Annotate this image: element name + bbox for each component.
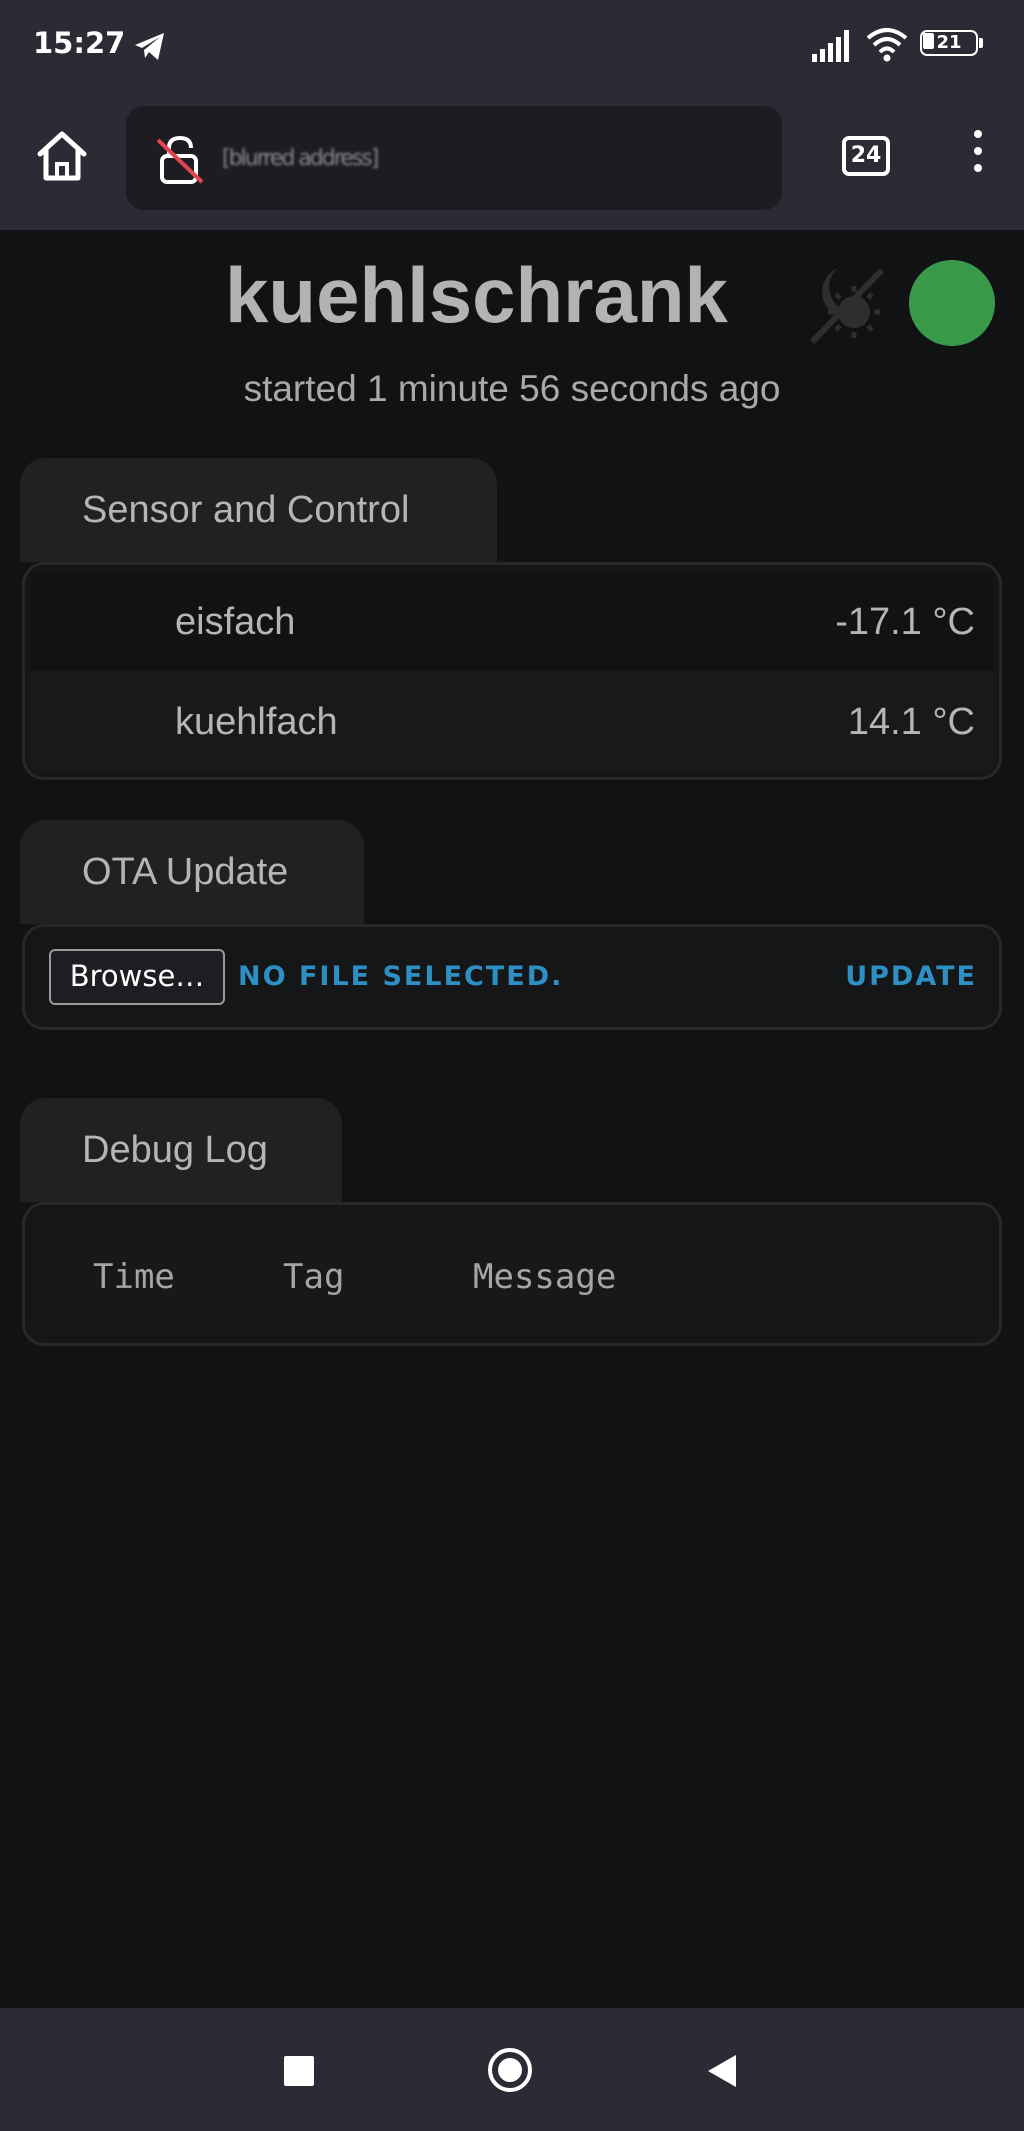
- ota-card-tab: OTA Update: [20, 820, 364, 924]
- log-column-tag: Tag: [283, 1257, 345, 1297]
- sensor-value: -17.1 °C: [835, 601, 975, 643]
- status-time: 15:27: [33, 26, 126, 60]
- log-column-time: Time: [93, 1257, 175, 1297]
- battery-level: 21: [936, 32, 962, 53]
- debug-log-card: Time Tag Message: [22, 1202, 1002, 1346]
- sensor-name: kuehlfach: [175, 701, 338, 743]
- sensor-card-title: Sensor and Control: [82, 489, 410, 531]
- file-status: NO FILE SELECTED.: [238, 961, 564, 992]
- sensor-card-tab: Sensor and Control: [20, 458, 497, 562]
- system-nav-bar: [0, 2008, 1024, 2131]
- address-bar[interactable]: [blurred address]: [126, 106, 782, 210]
- debug-card-tab: Debug Log: [20, 1098, 342, 1202]
- more-vert-icon[interactable]: [966, 130, 990, 184]
- sensor-name: eisfach: [175, 601, 296, 643]
- ota-card: Browse… NO FILE SELECTED. UPDATE: [22, 924, 1002, 1030]
- wifi-icon: [866, 28, 908, 62]
- battery-indicator: 21: [920, 30, 984, 60]
- log-column-message: Message: [473, 1257, 617, 1297]
- recents-square-icon[interactable]: [284, 2056, 314, 2086]
- home-circle-icon[interactable]: [488, 2048, 532, 2092]
- status-bar: 15:27 21: [0, 0, 1024, 92]
- browse-button[interactable]: Browse…: [49, 949, 225, 1005]
- debug-card-title: Debug Log: [82, 1129, 268, 1171]
- theme-toggle-icon[interactable]: [798, 256, 894, 352]
- url-text[interactable]: [blurred address]: [222, 146, 602, 172]
- uptime-text: started 1 minute 56 seconds ago: [243, 368, 781, 409]
- screen: 15:27 21 [blurred address] 24 kuehlschra…: [0, 0, 1024, 2131]
- tab-switcher-button[interactable]: 24: [842, 136, 890, 176]
- browser-toolbar: [blurred address] 24: [0, 92, 1024, 230]
- sensor-value: 14.1 °C: [847, 701, 975, 743]
- signal-bars-icon: [812, 30, 849, 62]
- update-button[interactable]: UPDATE: [845, 961, 977, 992]
- log-table-header: Time Tag Message: [71, 1251, 981, 1301]
- ota-card-title: OTA Update: [82, 851, 289, 893]
- home-icon[interactable]: [34, 128, 90, 184]
- back-triangle-icon[interactable]: [704, 2052, 738, 2090]
- sensor-card: eisfach -17.1 °C kuehlfach 14.1 °C: [22, 562, 1002, 780]
- sensor-row: eisfach -17.1 °C: [31, 571, 993, 671]
- telegram-icon: [135, 33, 164, 60]
- sensor-row: kuehlfach 14.1 °C: [31, 671, 993, 771]
- status-dot: [909, 260, 995, 346]
- lock-insecure-icon[interactable]: [154, 134, 206, 186]
